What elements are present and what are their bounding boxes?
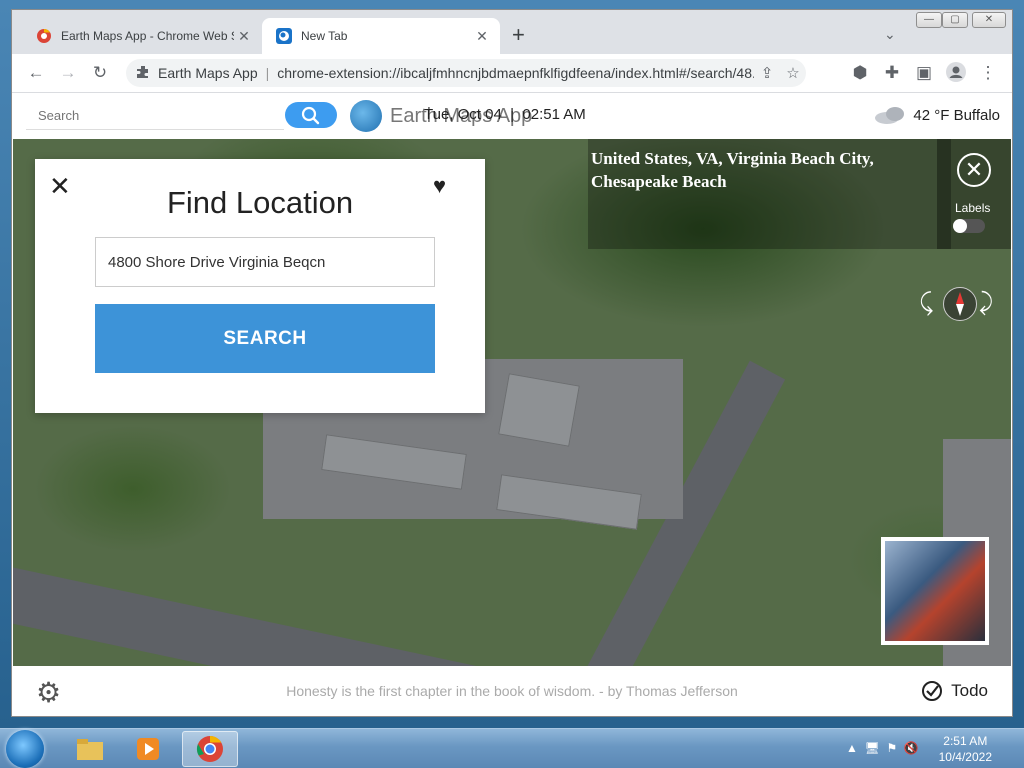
labels-label: Labels <box>955 201 991 215</box>
forward-icon[interactable]: → <box>56 62 80 84</box>
minimize-button[interactable]: — <box>916 12 942 28</box>
search-input[interactable] <box>26 102 284 130</box>
app-header: Earth Maps App Tue, Oct 04 | 02:51 AM 42… <box>12 93 1012 139</box>
rotate-left-icon[interactable]: ⤹ <box>919 289 933 317</box>
app-footer: ⚙ Honesty is the first chapter in the bo… <box>12 666 1012 716</box>
extension-icon <box>136 65 150 82</box>
street-view-thumbnail[interactable] <box>881 537 989 645</box>
share-icon[interactable]: ⇪ <box>754 64 780 82</box>
earth-maps-icon <box>276 28 292 44</box>
chevron-down-icon[interactable]: ⌄ <box>884 26 896 43</box>
close-window-button[interactable]: ✕ <box>972 12 1006 28</box>
tab-strip: Earth Maps App - Chrome Web S ✕ New Tab … <box>12 10 1012 54</box>
taskbar-chrome[interactable] <box>182 731 238 767</box>
chrome-webstore-icon <box>36 28 52 44</box>
date-time: Tue, Oct 04 | 02:51 AM <box>424 106 586 123</box>
close-tab-icon[interactable]: ✕ <box>472 28 492 45</box>
search-icon <box>301 106 320 125</box>
url-text: chrome-extension://ibcaljfmhncnjbdmaepnf… <box>277 65 754 81</box>
date-time-divider: | <box>510 106 515 123</box>
close-map-info-button[interactable]: ✕ <box>957 153 991 187</box>
puzzle-icon[interactable]: ✚ <box>880 62 904 84</box>
clock-date: 10/4/2022 <box>938 750 992 764</box>
map-building <box>498 373 580 447</box>
star-icon[interactable]: ☆ <box>780 64 806 82</box>
panel-title: Find Location <box>166 185 354 220</box>
compass-icon <box>956 292 964 316</box>
date-text: Tue, Oct 04 <box>424 106 502 123</box>
toggle-knob <box>953 219 967 233</box>
street-view-image <box>885 541 985 641</box>
tab-new-tab[interactable]: New Tab ✕ <box>262 18 500 54</box>
browser-toolbar: ← → ↻ Earth Maps App | chrome-extension:… <box>12 54 1012 93</box>
taskbar-media-player[interactable] <box>120 731 176 767</box>
start-button[interactable] <box>6 730 44 768</box>
back-icon[interactable]: ← <box>24 62 48 84</box>
find-location-panel: ✕ ♥ Find Location SEARCH <box>35 159 485 413</box>
search-location-button[interactable]: SEARCH <box>95 304 435 373</box>
earth-extension-icon[interactable]: ⬢ <box>848 62 872 84</box>
weather-text: 42 °F Buffalo <box>913 106 1000 124</box>
cloud-icon <box>875 107 905 124</box>
rotate-right-icon[interactable]: ⤸ <box>979 289 993 317</box>
browser-window: Earth Maps App - Chrome Web S ✕ New Tab … <box>11 9 1013 717</box>
reload-icon[interactable]: ↻ <box>88 62 112 84</box>
chrome-icon <box>196 735 223 762</box>
check-circle-icon <box>922 681 943 701</box>
clock-time: 2:51 AM <box>943 734 988 748</box>
address-bar[interactable]: Earth Maps App | chrome-extension://ibca… <box>126 59 806 87</box>
menu-icon[interactable]: ⋮ <box>976 62 1000 84</box>
tab-earth-maps-store[interactable]: Earth Maps App - Chrome Web S ✕ <box>22 18 262 54</box>
tab-title: New Tab <box>301 29 348 43</box>
search-button[interactable] <box>285 102 337 128</box>
todo-label: Todo <box>951 681 988 700</box>
location-input[interactable] <box>95 237 435 287</box>
system-tray[interactable]: ▲ 🖥 ⚑ 🔇 <box>846 741 919 755</box>
url-separator: | <box>265 65 270 81</box>
maximize-button[interactable]: ▢ <box>942 12 968 28</box>
close-tab-icon[interactable]: ✕ <box>234 28 254 45</box>
weather-widget[interactable]: 42 °F Buffalo <box>873 105 1000 125</box>
media-player-icon <box>137 738 159 760</box>
location-name: United States, VA, Virginia Beach City, … <box>591 149 874 191</box>
sidepanel-icon[interactable]: ▣ <box>912 62 936 84</box>
compass-button[interactable] <box>943 287 977 321</box>
taskbar-explorer[interactable] <box>62 731 118 767</box>
quote-text: Honesty is the first chapter in the book… <box>286 683 738 699</box>
time-text: 02:51 AM <box>522 106 586 123</box>
profile-icon[interactable] <box>944 62 968 84</box>
app-logo-icon <box>350 100 382 132</box>
tab-title: Earth Maps App - Chrome Web S <box>61 29 234 43</box>
todo-button[interactable]: Todo <box>921 680 988 702</box>
taskbar: ▲ 🖥 ⚑ 🔇 2:51 AM 10/4/2022 <box>0 728 1024 768</box>
taskbar-clock[interactable]: 2:51 AM 10/4/2022 <box>939 733 992 765</box>
extension-name: Earth Maps App <box>158 65 258 81</box>
folder-icon <box>77 739 103 760</box>
labels-toggle[interactable] <box>953 219 985 233</box>
new-tab-button[interactable]: + <box>512 24 525 46</box>
